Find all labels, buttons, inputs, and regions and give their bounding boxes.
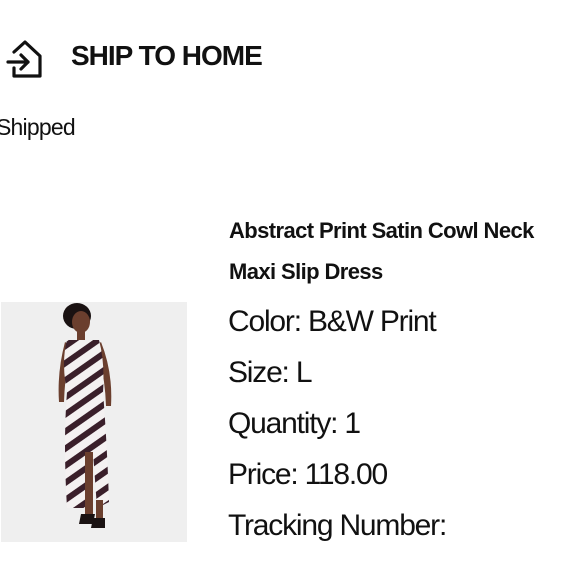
order-item-page: SHIP TO HOME Shipped Abstract Print Sati… [0,0,580,580]
product-image[interactable] [1,302,187,542]
detail-color-value: B&W Print [307,305,437,338]
detail-tracking: Tracking Number: [228,500,447,551]
product-details: Color: B&W Print Size: L Quantity: 1 Pri… [228,296,447,551]
dress-photo [1,302,187,542]
detail-color: Color: B&W Print [228,296,446,347]
detail-size-value: L [295,356,313,389]
detail-size-label: Size: [228,356,290,389]
detail-quantity-label: Quantity: [228,407,338,440]
ship-to-home-header: SHIP TO HOME [0,28,580,84]
detail-price-label: Price: [228,458,299,491]
shipping-method-title: SHIP TO HOME [71,40,263,71]
product-name-line-1: Abstract Print Satin Cowl Neck [229,218,534,243]
detail-quantity-value: 1 [344,407,361,440]
detail-quantity: Quantity: 1 [228,398,446,449]
product-name[interactable]: Abstract Print Satin Cowl Neck Maxi Slip… [229,210,580,292]
home-delivery-icon [4,38,46,80]
detail-size: Size: L [228,347,446,398]
detail-price: Price: 118.00 [228,449,446,500]
product-name-line-2: Maxi Slip Dress [229,259,383,284]
detail-price-value: 118.00 [304,458,389,491]
detail-tracking-label: Tracking Number: [228,509,447,542]
order-status: Shipped [0,114,76,140]
detail-color-label: Color: [228,305,302,338]
